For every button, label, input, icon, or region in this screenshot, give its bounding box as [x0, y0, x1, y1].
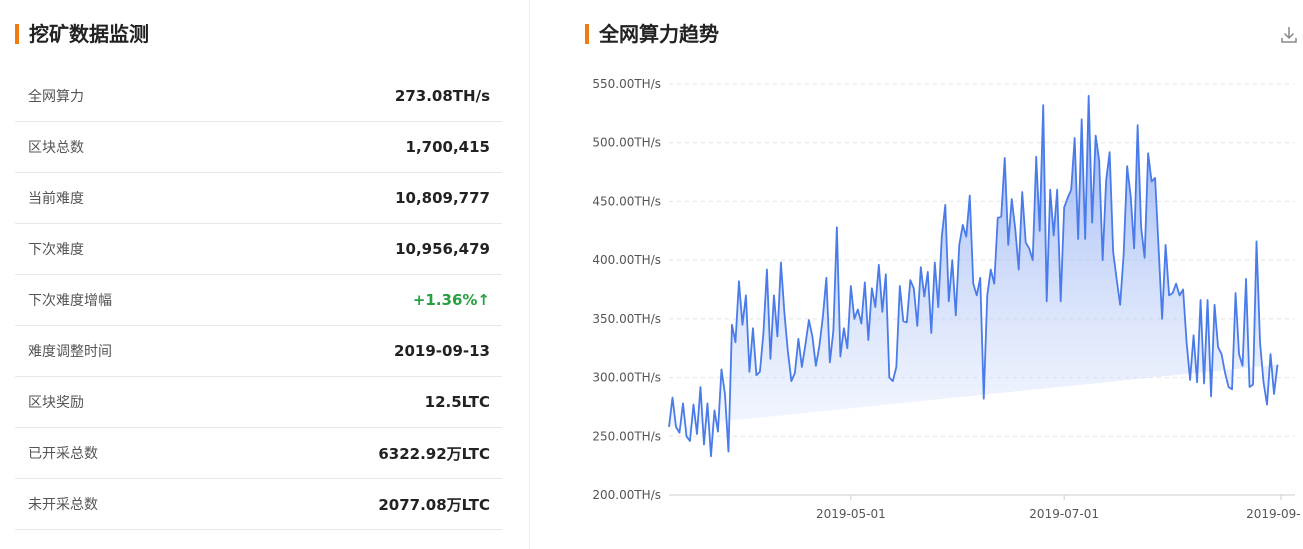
stat-value: 12.5LTC [424, 393, 490, 411]
stat-value: 2077.08万LTC [378, 495, 490, 514]
x-tick-label: 2019-09-01 [1246, 507, 1300, 521]
mining-data-title: 挖矿数据监测 [15, 21, 149, 47]
stat-label: 当前难度 [28, 191, 84, 207]
stat-row: 下次难度 10,956,479 [15, 224, 502, 275]
panel-divider [529, 0, 530, 549]
stat-label: 下次难度增幅 [28, 293, 112, 309]
mining-stats-list: 全网算力 273.08TH/s 区块总数 1,700,415 当前难度 10,809,77… [15, 71, 502, 530]
stat-value: 273.08TH/s [394, 87, 490, 105]
stat-label: 难度调整时间 [28, 344, 112, 360]
stat-row: 未开采总数 2077.08万LTC [15, 479, 502, 530]
stat-label: 下次难度 [28, 242, 84, 258]
y-tick-label: 450.00TH/s [592, 194, 661, 208]
stat-value: +1.36%↑ [412, 291, 490, 309]
x-tick-label: 2019-07-01 [1029, 507, 1099, 521]
stat-value: 6322.92万LTC [378, 444, 490, 463]
stat-label: 未开采总数 [28, 497, 98, 513]
y-tick-label: 350.00TH/s [592, 312, 661, 326]
stat-row: 全网算力 273.08TH/s [15, 71, 502, 122]
stat-value: 2019-09-13 [394, 342, 490, 360]
stat-row: 区块奖励 12.5LTC [15, 377, 502, 428]
x-axis-ticks: 2019-05-01 2019-07-01 2019-09-01 [816, 495, 1300, 521]
stat-row: 当前难度 10,809,777 [15, 173, 502, 224]
x-tick-label: 2019-05-01 [816, 507, 886, 521]
stat-value: 10,956,479 [395, 240, 490, 258]
stat-value: 10,809,777 [395, 189, 490, 207]
stat-row: 下次难度增幅 +1.36%↑ [15, 275, 502, 326]
y-tick-label: 300.00TH/s [592, 371, 661, 385]
stat-label: 已开采总数 [28, 446, 98, 462]
y-tick-label: 550.00TH/s [592, 77, 661, 91]
stat-label: 全网算力 [28, 89, 84, 105]
download-icon[interactable] [1278, 24, 1300, 46]
stat-label: 区块奖励 [28, 395, 84, 411]
stat-row: 难度调整时间 2019-09-13 [15, 326, 502, 377]
y-tick-label: 200.00TH/s [592, 488, 661, 502]
y-tick-label: 400.00TH/s [592, 253, 661, 267]
stat-label: 区块总数 [28, 140, 84, 156]
stat-value: 1,700,415 [405, 138, 490, 156]
stat-row: 区块总数 1,700,415 [15, 122, 502, 173]
stat-row: 已开采总数 6322.92万LTC [15, 428, 502, 479]
hashrate-area-chart: 200.00TH/s 250.00TH/s 300.00TH/s 350.00TH/s… [592, 77, 1300, 521]
y-tick-label: 250.00TH/s [592, 429, 661, 443]
hashrate-trend-title: 全网算力趋势 [585, 21, 719, 47]
y-tick-label: 500.00TH/s [592, 136, 661, 150]
y-axis-ticks: 200.00TH/s 250.00TH/s 300.00TH/s 350.00TH/s… [592, 77, 661, 502]
